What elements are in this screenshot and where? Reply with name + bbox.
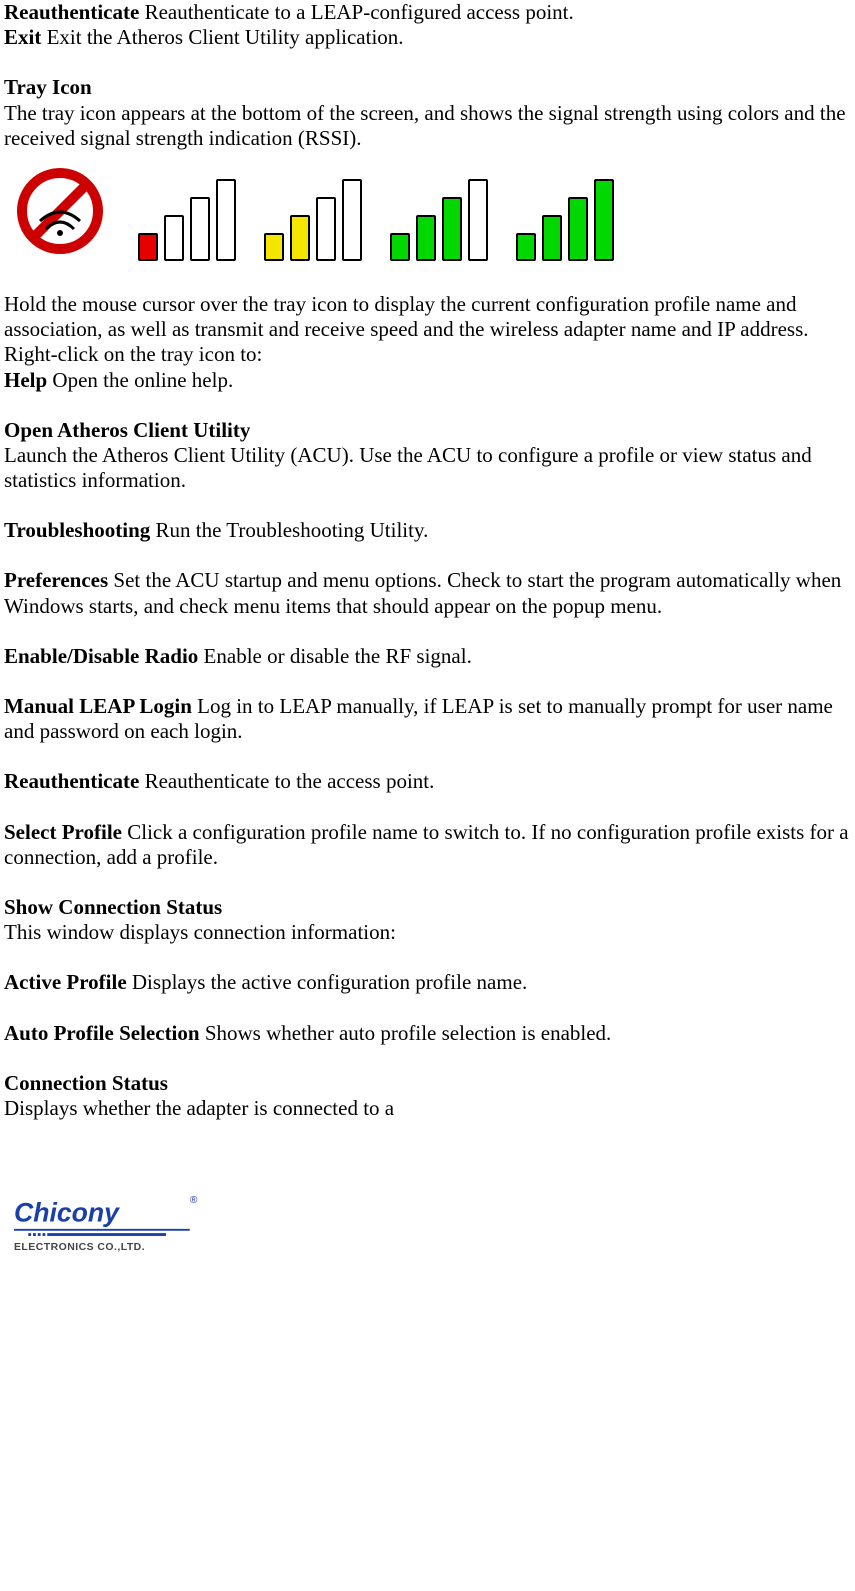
preferences-label: Preferences xyxy=(4,568,108,592)
exit-item: Exit Exit the Atheros Client Utility app… xyxy=(4,25,855,50)
active-profile-text: Displays the active configuration profil… xyxy=(127,970,528,994)
troubleshooting-text: Run the Troubleshooting Utility. xyxy=(150,518,428,542)
leap-label: Manual LEAP Login xyxy=(4,694,192,718)
radio-label: Enable/Disable Radio xyxy=(4,644,198,668)
reauthenticate-text: Reauthenticate to a LEAP-configured acce… xyxy=(139,0,573,24)
exit-label: Exit xyxy=(4,25,41,49)
reauthenticate2-item: Reauthenticate Reauthenticate to the acc… xyxy=(4,769,855,794)
leap-item: Manual LEAP Login Log in to LEAP manuall… xyxy=(4,694,855,744)
select-profile-item: Select Profile Click a configuration pro… xyxy=(4,820,855,870)
logo-brand-text: Chicony xyxy=(14,1197,120,1227)
select-profile-label: Select Profile xyxy=(4,820,122,844)
help-text: Open the online help. xyxy=(47,368,233,392)
signal-icons-row xyxy=(10,161,855,261)
active-profile-item: Active Profile Displays the active confi… xyxy=(4,970,855,995)
preferences-item: Preferences Set the ACU startup and menu… xyxy=(4,568,855,618)
logo-subtitle-text: ELECTRONICS CO.,LTD. xyxy=(14,1242,145,1253)
auto-profile-label: Auto Profile Selection xyxy=(4,1021,200,1045)
reauthenticate2-text: Reauthenticate to the access point. xyxy=(139,769,434,793)
help-item: Help Open the online help. xyxy=(4,368,855,393)
troubleshooting-item: Troubleshooting Run the Troubleshooting … xyxy=(4,518,855,543)
conn-status-text: Displays whether the adapter is connecte… xyxy=(4,1096,855,1121)
signal-bars-green5-icon xyxy=(516,179,614,261)
select-profile-text: Click a configuration profile name to sw… xyxy=(4,820,849,869)
reauthenticate-label: Reauthenticate xyxy=(4,0,139,24)
signal-bars-green4-icon xyxy=(390,179,488,261)
tray-icon-desc: The tray icon appears at the bottom of t… xyxy=(4,101,855,151)
signal-bars-yellow-icon xyxy=(264,179,362,261)
reauthenticate2-label: Reauthenticate xyxy=(4,769,139,793)
exit-text: Exit the Atheros Client Utility applicat… xyxy=(41,25,403,49)
preferences-text: Set the ACU startup and menu options. Ch… xyxy=(4,568,841,617)
signal-bars-red-icon xyxy=(138,179,236,261)
svg-text:®: ® xyxy=(190,1195,198,1206)
troubleshooting-label: Troubleshooting xyxy=(4,518,150,542)
help-label: Help xyxy=(4,368,47,392)
reauthenticate-item: Reauthenticate Reauthenticate to a LEAP-… xyxy=(4,0,855,25)
active-profile-label: Active Profile xyxy=(4,970,127,994)
show-conn-label: Show Connection Status xyxy=(4,895,855,920)
auto-profile-text: Shows whether auto profile selection is … xyxy=(200,1021,612,1045)
show-conn-text: This window displays connection informat… xyxy=(4,920,855,945)
hold-cursor-text: Hold the mouse cursor over the tray icon… xyxy=(4,292,855,368)
chicony-logo: Chicony ® ELECTRONICS CO.,LTD. xyxy=(14,1191,855,1267)
radio-item: Enable/Disable Radio Enable or disable t… xyxy=(4,644,855,669)
tray-icon-heading: Tray Icon xyxy=(4,75,855,100)
radio-text: Enable or disable the RF signal. xyxy=(198,644,472,668)
open-acu-text: Launch the Atheros Client Utility (ACU).… xyxy=(4,443,855,493)
conn-status-label: Connection Status xyxy=(4,1071,855,1096)
no-signal-icon xyxy=(10,161,110,261)
open-acu-label: Open Atheros Client Utility xyxy=(4,418,855,443)
auto-profile-item: Auto Profile Selection Shows whether aut… xyxy=(4,1021,855,1046)
